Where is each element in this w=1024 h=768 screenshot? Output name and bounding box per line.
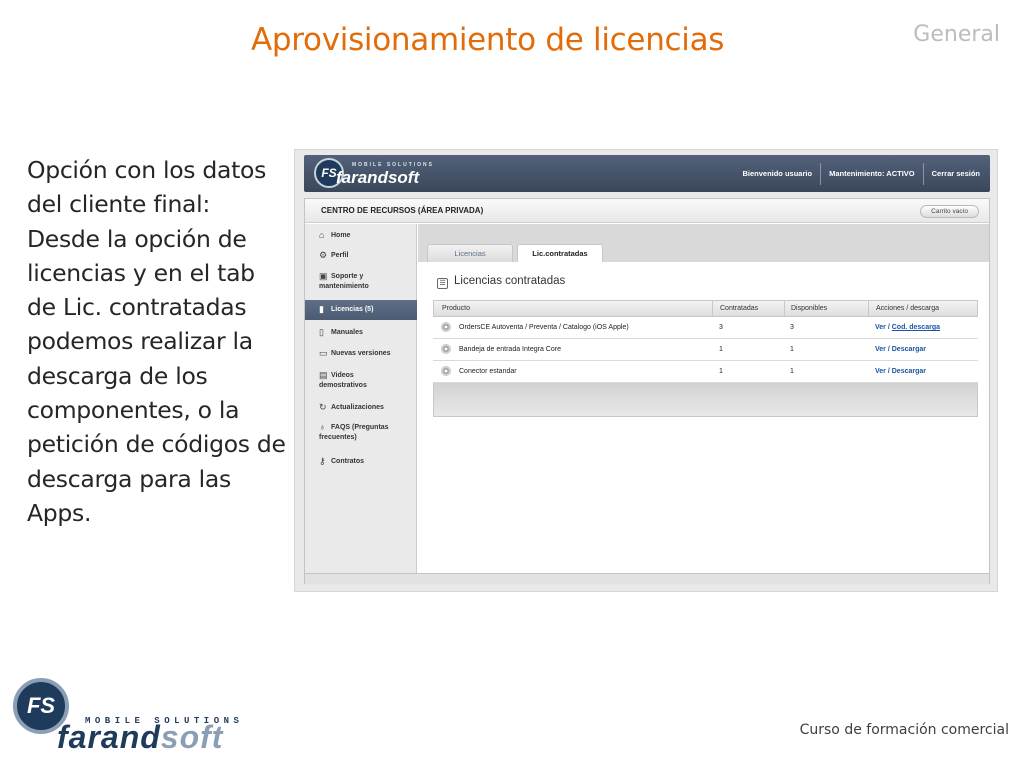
row-actions: Ver / Descargar bbox=[875, 346, 926, 353]
contracted-licenses-heading: ☰ Licencias contratadas bbox=[437, 275, 565, 289]
download-link[interactable]: Descargar bbox=[892, 368, 926, 375]
product-name: Bandeja de entrada Integra Core bbox=[459, 346, 561, 353]
sidebar-item-contratos[interactable]: ⚷ Contratos bbox=[305, 457, 417, 467]
column-divider bbox=[784, 301, 785, 316]
heading-label: Licencias contratadas bbox=[454, 275, 566, 287]
app-footer-bar bbox=[305, 573, 989, 584]
slide-title: Aprovisionamiento de licencias bbox=[251, 22, 725, 58]
sidebar-item-label: Perfil bbox=[331, 252, 349, 259]
sidebar-item-licencias[interactable]: ▮ Licencias (5) bbox=[305, 300, 417, 320]
sidebar-item-label: Nuevas versiones bbox=[331, 350, 391, 357]
slide-body-text: Opción con los datos del cliente final: … bbox=[27, 156, 286, 527]
row-actions: Ver / Descargar bbox=[875, 368, 926, 375]
maintenance-status: Mantenimiento: ACTIVO bbox=[829, 169, 915, 178]
row-actions: Ver / Cod. descarga bbox=[875, 324, 940, 331]
nav-divider bbox=[922, 162, 924, 185]
sidebar-item-manuales[interactable]: ▯ Manuales bbox=[305, 328, 417, 338]
contracted-count: 1 bbox=[719, 346, 723, 353]
resource-center-bar: CENTRO DE RECURSOS (ÁREA PRIVADA) Carrit… bbox=[305, 199, 989, 223]
refresh-icon: ↻ bbox=[319, 402, 327, 412]
cd-icon bbox=[441, 322, 451, 332]
cd-icon bbox=[441, 366, 451, 376]
table-row: OrdersCE Autoventa / Preventa / Catalogo… bbox=[433, 317, 978, 339]
download-link[interactable]: Descargar bbox=[892, 346, 926, 353]
download-code-link[interactable]: Cod. descarga bbox=[892, 324, 940, 331]
app-header: FS MOBILE SOLUTIONS farandsoft Bienvenid… bbox=[304, 155, 990, 192]
contracted-count: 3 bbox=[719, 324, 723, 331]
tabs-strip: Licencias Lic.contratadas bbox=[418, 224, 989, 262]
table-footer bbox=[433, 383, 978, 417]
logout-link[interactable]: Cerrar sesión bbox=[932, 169, 980, 178]
logo-wordmark: farandsoft bbox=[57, 719, 224, 755]
tab-lic-contratadas[interactable]: Lic.contratadas bbox=[517, 244, 603, 262]
table-header: Producto Contratadas Disponibles Accione… bbox=[433, 300, 978, 317]
product-name: OrdersCE Autoventa / Preventa / Catalogo… bbox=[459, 324, 629, 331]
table-row: Conector estandar 1 1 Ver / Descargar bbox=[433, 361, 978, 383]
app-frame: CENTRO DE RECURSOS (ÁREA PRIVADA) Carrit… bbox=[304, 198, 990, 584]
available-count: 3 bbox=[790, 324, 794, 331]
available-count: 1 bbox=[790, 368, 794, 375]
farandsoft-logo: FS MOBILE SOLUTIONS farandsoft bbox=[13, 678, 308, 755]
product-name: Conector estandar bbox=[459, 368, 517, 375]
view-link[interactable]: Ver bbox=[875, 346, 886, 353]
sidebar-item-label: Actualizaciones bbox=[331, 404, 384, 411]
document-icon: ▯ bbox=[319, 327, 324, 337]
sidebar-item-label: Home bbox=[331, 232, 351, 239]
sidebar-item-perfil[interactable]: ⚙ Perfil bbox=[305, 251, 417, 261]
support-icon: ▣ bbox=[319, 271, 328, 281]
nav-divider bbox=[820, 162, 822, 185]
logo-word-part1: farand bbox=[57, 719, 161, 755]
column-header-contracted: Contratadas bbox=[720, 305, 759, 312]
column-header-actions: Acciones / descarga bbox=[876, 305, 940, 312]
app-logo-wordmark: farandsoft bbox=[336, 168, 420, 187]
folder-icon: ▭ bbox=[319, 348, 328, 358]
column-header-product: Producto bbox=[442, 305, 471, 312]
license-list-icon: ☰ bbox=[437, 278, 448, 289]
available-count: 1 bbox=[790, 346, 794, 353]
key-icon: ⚷ bbox=[319, 456, 326, 466]
sidebar-item-soporte[interactable]: ▣ Soporte y mantenimiento bbox=[305, 272, 405, 292]
sidebar-item-label: FAQS (Preguntas frecuentes) bbox=[319, 424, 389, 441]
sidebar-item-label: Manuales bbox=[331, 329, 363, 336]
view-link[interactable]: Ver bbox=[875, 324, 886, 331]
sidebar-item-faqs[interactable]: ♁ FAQS (Preguntas frecuentes) bbox=[305, 423, 405, 443]
license-icon: ▮ bbox=[319, 304, 324, 314]
column-divider bbox=[712, 301, 713, 316]
home-icon: ⌂ bbox=[319, 230, 325, 240]
table-row: Bandeja de entrada Integra Core 1 1 Ver … bbox=[433, 339, 978, 361]
sidebar-item-nuevas-versiones[interactable]: ▭ Nuevas versiones bbox=[305, 349, 417, 359]
slide-section-label: General bbox=[913, 22, 1000, 47]
cart-button[interactable]: Carrito vacío bbox=[920, 205, 979, 218]
sidebar-item-label: Licencias (5) bbox=[331, 306, 374, 313]
resource-center-title: CENTRO DE RECURSOS (ÁREA PRIVADA) bbox=[321, 206, 484, 215]
app-main-panel: Licencias Lic.contratadas ☰ Licencias con… bbox=[418, 224, 989, 573]
column-header-available: Disponibles bbox=[791, 305, 828, 312]
tab-licencias[interactable]: Licencias bbox=[427, 244, 513, 262]
app-header-nav: Bienvenido usuario Mantenimiento: ACTIVO… bbox=[742, 155, 980, 192]
column-divider bbox=[868, 301, 869, 316]
sidebar-item-label: Contratos bbox=[331, 458, 365, 465]
sidebar-item-home[interactable]: ⌂ Home bbox=[305, 231, 417, 241]
view-link[interactable]: Ver bbox=[875, 368, 886, 375]
gear-icon: ⚙ bbox=[319, 250, 328, 260]
footer-course-label: Curso de formación comercial bbox=[799, 722, 1009, 738]
lightbulb-icon: ♁ bbox=[319, 422, 326, 432]
sidebar-item-actualizaciones[interactable]: ↻ Actualizaciones bbox=[305, 403, 417, 413]
app-screenshot: FS MOBILE SOLUTIONS farandsoft Bienvenid… bbox=[294, 149, 998, 592]
video-icon: ▤ bbox=[319, 370, 328, 380]
app-sidebar: ⌂ Home ⚙ Perfil ▣ Soporte y mantenimiento ▮… bbox=[305, 224, 417, 573]
sidebar-item-videos[interactable]: ▤ Videos demostrativos bbox=[305, 371, 385, 391]
contracted-count: 1 bbox=[719, 368, 723, 375]
licenses-table: Producto Contratadas Disponibles Accione… bbox=[433, 300, 978, 417]
logo-word-part2: soft bbox=[160, 719, 224, 755]
cd-icon bbox=[441, 344, 451, 354]
welcome-user-link[interactable]: Bienvenido usuario bbox=[742, 169, 812, 178]
